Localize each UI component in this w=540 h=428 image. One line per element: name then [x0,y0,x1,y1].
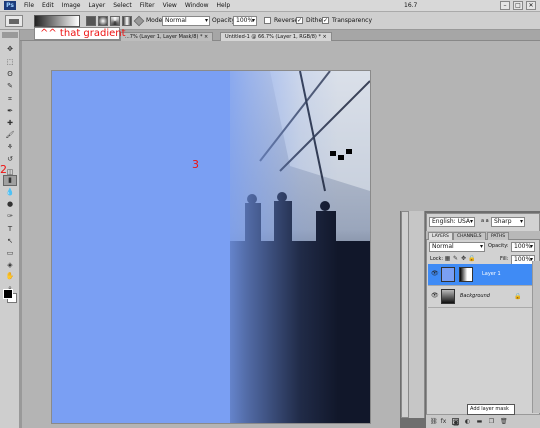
link-layers-icon[interactable]: ⛓ [430,418,438,425]
language-select[interactable]: English: USA [429,217,475,227]
tab-channels[interactable]: CHANNELS [453,232,486,240]
menu-filter[interactable]: Filter [136,2,159,9]
visibility-eye-icon[interactable]: 👁 [431,271,439,277]
lock-label: Lock: [430,256,444,262]
radial-gradient-icon[interactable] [98,16,108,26]
transparency-label: Transparency [332,17,373,24]
type-icon[interactable]: T [4,225,16,234]
layer-mask-thumbnail[interactable] [459,267,473,282]
add-layer-mask-tooltip: Add layer mask [467,404,515,415]
move-icon[interactable]: ✥ [4,45,16,54]
layers-panel-tabs: LAYERS CHANNELS PATHS [426,231,540,240]
crop-icon[interactable]: ⌗ [4,95,16,104]
tab-paths[interactable]: PATHS [487,232,510,240]
reflected-gradient-icon[interactable] [122,16,132,26]
stamp-icon[interactable]: ⚘ [4,143,16,152]
zoom-level[interactable]: 16.7 [404,2,417,9]
tab-layers[interactable]: LAYERS [428,232,453,240]
fill-label: Fill: [500,256,509,262]
menu-bar: Ps File Edit Image Layer Select Filter V… [0,0,540,12]
angle-gradient-icon[interactable] [110,16,120,26]
add-layer-mask-icon[interactable]: ◙ [452,418,459,426]
annotation-number-2: 2 [0,163,7,176]
menu-image[interactable]: Image [58,2,85,9]
character-row: English: USA a a Sharp [426,216,540,228]
maximize-button[interactable]: □ [513,1,523,10]
layer-opacity-label: Opacity: [488,243,509,249]
photoshop-logo: Ps [4,1,16,10]
lasso-icon[interactable]: ʘ [4,70,16,79]
blur-icon[interactable]: 💧 [4,188,16,197]
visibility-eye-icon[interactable]: 👁 [431,293,439,299]
layer-name[interactable]: Background [460,293,490,299]
marquee-icon[interactable]: ⬚ [4,58,16,67]
layer-row-layer-1[interactable]: 👁 Layer 1 [428,264,532,286]
lock-transparency-icon[interactable]: ▦ [444,255,451,262]
opacity-input[interactable]: 100% [233,16,257,26]
new-group-icon[interactable]: ▬ [476,418,483,425]
document-tab-mask[interactable]: ...7% (Layer 1, Layer Mask/8) * × [120,32,214,41]
gradient-annotation-callout: ^^ that gradient [34,27,126,40]
shape-icon[interactable]: ▭ [4,249,16,258]
menu-layer[interactable]: Layer [84,2,109,9]
antialias-icon: a a [481,218,489,224]
trash-icon[interactable]: 🗑 [500,418,508,425]
minimize-button[interactable]: – [500,1,510,10]
layers-scrollbar[interactable] [532,261,540,413]
blend-mode-select[interactable]: Normal [429,242,485,252]
collapsed-panel-icons [409,211,425,418]
lock-position-icon[interactable]: ✥ [460,255,467,262]
dither-checkbox[interactable]: ✓ [296,17,303,24]
collapsed-panel-strip [401,211,409,418]
menu-select[interactable]: Select [109,2,136,9]
menu-help[interactable]: Help [213,2,235,9]
pen-icon[interactable]: ✑ [4,212,16,221]
adjustment-layer-icon[interactable]: ◐ [464,418,471,425]
annotation-number-3: 3 [192,158,199,171]
foreground-color-swatch[interactable] [3,289,13,299]
layer-row-background[interactable]: 👁 Background 🔒 [428,286,532,308]
brush-icon[interactable]: 🖌 [4,131,16,140]
close-button[interactable]: ✕ [526,1,536,10]
new-layer-icon[interactable]: ❐ [488,418,495,425]
window-controls: – □ ✕ [500,1,536,10]
gradient-picker[interactable] [34,15,80,27]
layer-thumbnail[interactable] [441,267,455,282]
gradient-icon[interactable]: ▮ [3,175,17,186]
document-canvas[interactable] [52,71,370,423]
fx-icon[interactable]: fx [440,418,447,425]
blue-gradient-layer [52,71,370,423]
menu-file[interactable]: File [20,2,38,9]
dodge-icon[interactable]: ● [4,200,16,209]
layer-lock-icon: 🔒 [514,293,522,300]
hand-icon[interactable]: ✋ [4,272,16,281]
quick-select-icon[interactable]: ✎ [4,82,16,91]
layer-opacity-input[interactable]: 100% [511,242,535,252]
diamond-gradient-icon[interactable] [133,15,145,27]
layer-name[interactable]: Layer 1 [482,271,501,277]
antialias-select[interactable]: Sharp [491,217,525,227]
document-tab-untitled[interactable]: Untitled-1 @ 66.7% (Layer 1, RGB/8) * × [220,32,332,41]
tool-preset-picker[interactable] [5,15,23,27]
eyedropper-icon[interactable]: ✒ [4,107,16,116]
menu-edit[interactable]: Edit [38,2,58,9]
linear-gradient-icon[interactable] [86,16,96,26]
healing-icon[interactable]: ✚ [4,119,16,128]
menu-view[interactable]: View [159,2,181,9]
layers-panel-footer: ⛓ fx ◙ ◐ ▬ ❐ 🗑 [426,414,540,428]
lock-pixels-icon[interactable]: ✎ [452,255,459,262]
reverse-checkbox[interactable] [264,17,271,24]
toolbox-grip[interactable] [2,32,18,38]
mode-select[interactable]: Normal [162,16,210,26]
lock-all-icon[interactable]: 🔒 [468,255,475,262]
menu-window[interactable]: Window [181,2,213,9]
layer-thumbnail[interactable] [441,289,455,304]
vertical-ruler [20,41,22,428]
path-select-icon[interactable]: ↖ [4,237,16,246]
transparency-checkbox[interactable]: ✓ [322,17,329,24]
reverse-label: Reverse [274,17,299,24]
3d-icon[interactable]: ◈ [4,261,16,270]
